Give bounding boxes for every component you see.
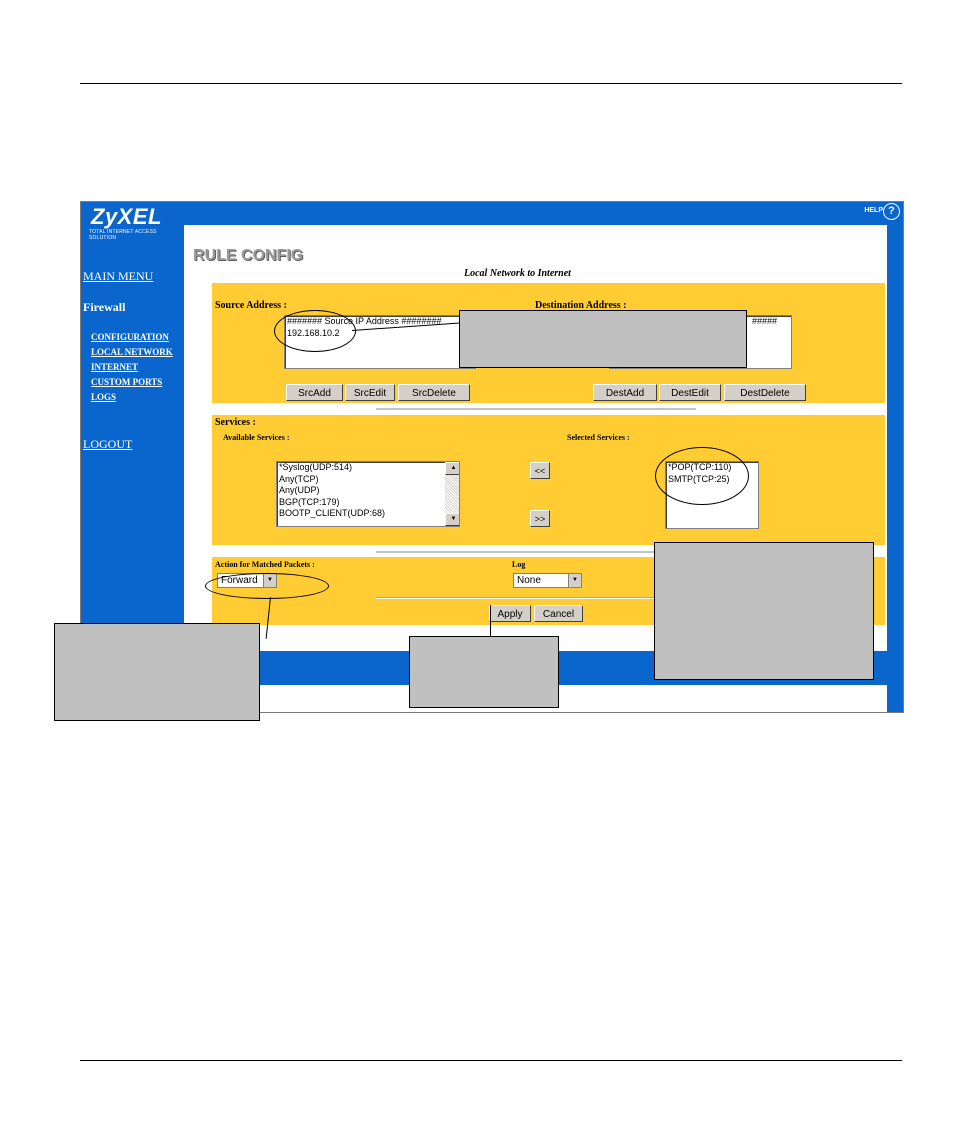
dest-add-button[interactable]: DestAdd: [593, 384, 657, 401]
help-link[interactable]: HELP: [864, 207, 883, 214]
callout-box: [654, 542, 874, 680]
divider: [376, 597, 666, 599]
scroll-down-icon[interactable]: ▼: [445, 513, 459, 526]
src-delete-button[interactable]: SrcDelete: [398, 384, 470, 401]
nav-item-logs[interactable]: LOGS: [91, 392, 116, 402]
help-icon[interactable]: ?: [883, 203, 900, 220]
page-footer-rule: [80, 1060, 902, 1061]
chevron-down-icon[interactable]: ▼: [568, 574, 581, 587]
divider: [376, 408, 696, 411]
list-item[interactable]: Any(TCP): [277, 474, 459, 486]
nav-item-custom-ports[interactable]: CUSTOM PORTS: [91, 377, 162, 387]
callout-box: [409, 636, 559, 708]
nav-item-configuration[interactable]: CONFIGURATION: [91, 332, 169, 342]
log-label: Log: [512, 560, 526, 569]
apply-button[interactable]: Apply: [489, 605, 531, 622]
highlight-oval: [274, 310, 356, 352]
list-item[interactable]: BOOTP_CLIENT(UDP:68): [277, 508, 459, 520]
nav-section-firewall: Firewall: [83, 300, 126, 314]
nav-logout[interactable]: LOGOUT: [83, 437, 132, 452]
right-bar: [887, 225, 903, 712]
available-services-list[interactable]: *Syslog(UDP:514) Any(TCP) Any(UDP) BGP(T…: [276, 461, 460, 527]
source-address-label: Source Address :: [215, 300, 287, 311]
page-header-rule: [80, 83, 902, 84]
callout-leader: [490, 605, 491, 636]
dest-edit-button[interactable]: DestEdit: [659, 384, 721, 401]
services-panel: Services : Available Services : Selected…: [212, 415, 885, 545]
scrollbar[interactable]: ▲ ▼: [445, 462, 459, 526]
src-edit-button[interactable]: SrcEdit: [345, 384, 395, 401]
log-select[interactable]: None ▼: [513, 573, 582, 588]
add-service-button[interactable]: <<: [530, 462, 550, 479]
services-label: Services :: [215, 417, 256, 428]
action-label: Action for Matched Packets :: [215, 560, 315, 569]
divider: [376, 551, 696, 554]
zyxel-logo: ZyXEL: [91, 204, 162, 229]
cancel-button[interactable]: Cancel: [534, 605, 583, 622]
nav-item-local-network[interactable]: LOCAL NETWORK: [91, 347, 173, 357]
nav-main-menu[interactable]: MAIN MENU: [83, 269, 153, 284]
callout-box: [54, 623, 260, 721]
available-services-label: Available Services :: [223, 433, 290, 442]
remove-service-button[interactable]: >>: [530, 510, 550, 527]
log-value: None: [517, 575, 541, 586]
page-subtitle: Local Network to Internet: [464, 268, 571, 279]
destination-list-item[interactable]: #####: [750, 316, 777, 328]
scroll-up-icon[interactable]: ▲: [445, 462, 459, 475]
selected-services-label: Selected Services :: [567, 433, 630, 442]
list-item[interactable]: Any(UDP): [277, 485, 459, 497]
highlight-oval: [205, 573, 329, 599]
callout-box: [459, 310, 747, 368]
page-title: RULE CONFIG: [193, 247, 304, 264]
src-add-button[interactable]: SrcAdd: [286, 384, 343, 401]
top-bar: [81, 202, 903, 225]
list-item[interactable]: *Syslog(UDP:514): [277, 462, 459, 474]
dest-delete-button[interactable]: DestDelete: [724, 384, 806, 401]
highlight-oval: [655, 447, 749, 505]
list-item[interactable]: BGP(TCP:179): [277, 497, 459, 509]
logo-tagline: TOTAL INTERNET ACCESS SOLUTION: [89, 229, 157, 241]
nav-item-internet[interactable]: INTERNET: [91, 362, 138, 372]
